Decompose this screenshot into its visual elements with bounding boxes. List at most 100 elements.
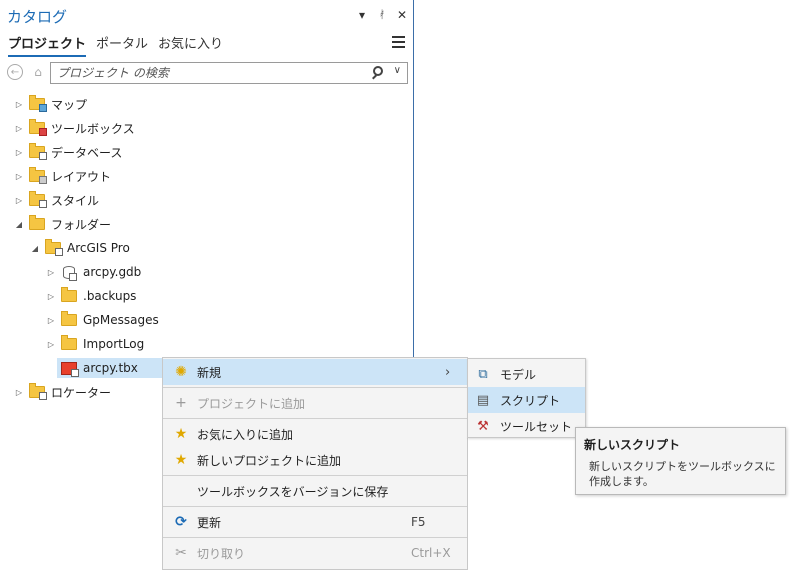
expand-arrow-icon[interactable]: ▷ <box>13 196 25 205</box>
star-icon: ★ <box>174 426 188 442</box>
tree-item-label: レイアウト <box>51 169 112 184</box>
locator-folder-icon <box>29 383 47 400</box>
pin-icon[interactable]: ᚯ <box>377 7 387 23</box>
tree-item-label: ツールボックス <box>51 121 135 136</box>
search-box: ∨ <box>50 62 408 84</box>
submenu-arrow-icon: › <box>445 364 451 380</box>
tree-item-label: arcpy.tbx <box>83 361 138 375</box>
submenu-item-script[interactable]: ▤ スクリプト <box>468 387 585 413</box>
tree-item-locators[interactable]: ▷ ロケーター <box>13 382 111 402</box>
search-row: ← ⌂ ∨ <box>6 62 408 84</box>
tree-item-databases[interactable]: ▷ データベース <box>13 142 122 162</box>
expand-arrow-icon[interactable]: ▷ <box>45 292 57 301</box>
refresh-icon: ⟳ <box>175 514 187 530</box>
menu-item-cut[interactable]: ✂ 切り取り Ctrl+X <box>163 540 467 566</box>
expand-arrow-icon[interactable]: ▷ <box>13 100 25 109</box>
tab-portal[interactable]: ポータル <box>96 33 148 57</box>
tree-item-label: ロケーター <box>51 385 112 400</box>
menu-item-add-to-favorites[interactable]: ★ お気に入りに追加 <box>163 421 467 447</box>
pane-title: カタログ <box>7 8 68 26</box>
search-options-chevron-icon[interactable]: ∨ <box>394 65 401 76</box>
expand-arrow-icon[interactable]: ▷ <box>13 124 25 133</box>
tree-item-label: .backups <box>83 289 137 303</box>
tree-item-label: データベース <box>51 145 123 160</box>
tooltip-title: 新しいスクリプト <box>584 438 681 452</box>
tree-item-arcgis-pro[interactable]: ◢ ArcGIS Pro <box>29 238 130 258</box>
chevron-down-icon[interactable]: ▾ <box>357 7 367 23</box>
menu-divider <box>163 387 467 388</box>
tree-item-backups[interactable]: ▷ .backups <box>45 286 136 306</box>
menu-item-add-to-project[interactable]: + プロジェクトに追加 <box>163 390 467 416</box>
tree-item-arcpy-gdb[interactable]: ▷ arcpy.gdb <box>45 262 141 282</box>
menu-item-new[interactable]: ✺ 新規 › <box>163 359 467 385</box>
submenu-item-toolset[interactable]: ⚒ ツールセット <box>468 413 585 439</box>
toolbox-folder-icon <box>29 119 47 136</box>
database-folder-icon <box>29 143 47 160</box>
expand-arrow-icon[interactable]: ▷ <box>45 316 57 325</box>
menu-item-save-as-version[interactable]: ツールボックスをバージョンに保存 <box>163 478 467 504</box>
tab-favorites[interactable]: お気に入り <box>158 33 223 57</box>
menu-divider <box>163 418 467 419</box>
expand-arrow-icon[interactable]: ▷ <box>45 268 57 277</box>
tree-item-label: フォルダー <box>51 217 112 232</box>
tooltip-body: 新しいスクリプトをツールボックスに作成します。 <box>589 460 776 488</box>
expand-arrow-icon[interactable]: ▷ <box>13 148 25 157</box>
folder-icon <box>61 335 77 350</box>
tree-item-label: arcpy.gdb <box>83 265 142 279</box>
home-folder-icon <box>45 239 63 256</box>
script-icon: ▤ <box>476 392 490 408</box>
expand-arrow-icon[interactable]: ▷ <box>45 340 57 349</box>
tab-project[interactable]: プロジェクト <box>8 33 87 57</box>
expand-arrow-icon[interactable]: ▷ <box>13 388 25 397</box>
shortcut-text: Ctrl+X <box>411 546 451 560</box>
tree-item-label: マップ <box>51 97 88 112</box>
context-menu: ✺ 新規 › + プロジェクトに追加 ★ お気に入りに追加 ★ 新しいプロジェク… <box>162 357 468 570</box>
new-icon: ✺ <box>175 364 187 380</box>
shortcut-text: F5 <box>411 515 426 529</box>
tree-item-arcpy-tbx[interactable]: arcpy.tbx <box>57 358 163 378</box>
menu-divider <box>163 537 467 538</box>
folder-connections-icon <box>29 215 45 230</box>
submenu-item-model[interactable]: ⧉ モデル <box>468 361 585 387</box>
menu-icon[interactable] <box>392 36 405 48</box>
collapse-arrow-icon[interactable]: ◢ <box>29 244 41 253</box>
toolbox-icon <box>61 361 79 377</box>
search-input[interactable] <box>57 65 357 81</box>
scissors-icon: ✂ <box>175 545 187 561</box>
pane-controls: ▾ ᚯ ✕ <box>357 7 407 23</box>
layout-folder-icon <box>29 167 47 184</box>
tree-item-label: GpMessages <box>83 313 159 327</box>
catalog-tabs: プロジェクト ポータル お気に入り <box>8 33 223 57</box>
new-submenu: ⧉ モデル ▤ スクリプト ⚒ ツールセット <box>467 358 586 438</box>
search-icon[interactable] <box>373 66 383 76</box>
menu-item-refresh[interactable]: ⟳ 更新 F5 <box>163 509 467 535</box>
tree-item-maps[interactable]: ▷ マップ <box>13 94 87 114</box>
tree-item-label: ImportLog <box>83 337 145 351</box>
close-icon[interactable]: ✕ <box>397 7 407 23</box>
tree-item-gpmessages[interactable]: ▷ GpMessages <box>45 310 159 330</box>
tree-item-label: ArcGIS Pro <box>67 241 130 255</box>
map-folder-icon <box>29 95 47 112</box>
home-icon[interactable]: ⌂ <box>30 64 46 80</box>
star-plus-icon: ★ <box>174 452 188 468</box>
tree-item-label: スタイル <box>51 193 100 208</box>
expand-arrow-icon[interactable]: ▷ <box>13 172 25 181</box>
toolset-icon: ⚒ <box>477 418 489 434</box>
tree-item-styles[interactable]: ▷ スタイル <box>13 190 99 210</box>
collapse-arrow-icon[interactable]: ◢ <box>13 220 25 229</box>
menu-item-add-to-new-projects[interactable]: ★ 新しいプロジェクトに追加 <box>163 447 467 473</box>
folder-icon <box>61 287 77 302</box>
plus-icon: + <box>175 395 187 411</box>
model-icon: ⧉ <box>478 366 488 382</box>
folder-icon <box>61 311 77 326</box>
menu-divider <box>163 506 467 507</box>
menu-divider <box>163 475 467 476</box>
geodatabase-icon <box>63 265 77 281</box>
tree-item-layouts[interactable]: ▷ レイアウト <box>13 166 111 186</box>
back-arrow-icon[interactable]: ← <box>7 64 23 80</box>
tree-item-toolboxes[interactable]: ▷ ツールボックス <box>13 118 135 138</box>
tooltip: 新しいスクリプト 新しいスクリプトをツールボックスに作成します。 <box>575 427 786 495</box>
tree-item-folders[interactable]: ◢ フォルダー <box>13 214 111 234</box>
style-folder-icon <box>29 191 47 208</box>
tree-item-importlog[interactable]: ▷ ImportLog <box>45 334 144 354</box>
